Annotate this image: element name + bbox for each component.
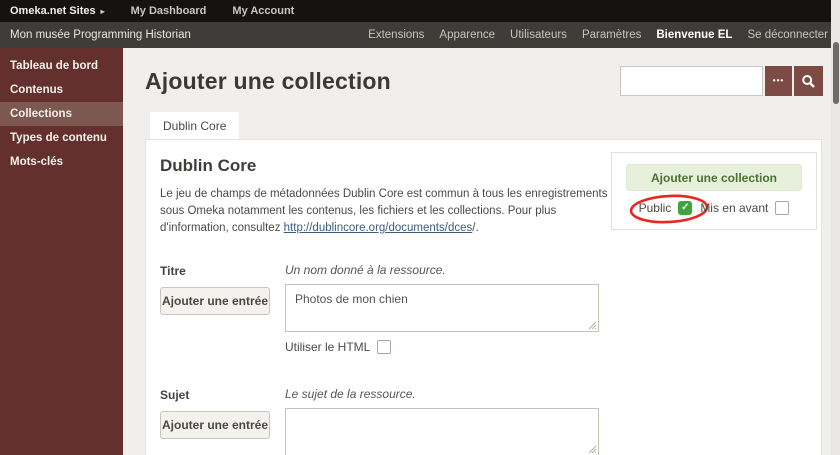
public-checkbox[interactable]: ✓ xyxy=(678,201,693,215)
logout-link[interactable]: Se déconnecter xyxy=(747,29,828,41)
field-sujet-right: Le sujet de la ressource. Utiliser le HT… xyxy=(285,387,807,455)
field-sujet-description: Le sujet de la ressource. xyxy=(285,387,416,402)
search-widget: ••• xyxy=(620,66,823,96)
tab-dublin-core[interactable]: Dublin Core xyxy=(150,112,240,139)
field-titre: Titre Ajouter une entrée Un nom donné à … xyxy=(160,263,807,355)
site-title[interactable]: Mon musée Programming Historian xyxy=(10,29,191,41)
search-icon xyxy=(802,74,815,88)
titre-html-option: Utiliser le HTML xyxy=(285,340,807,355)
visibility-options: Public ✓ Mis en avant xyxy=(626,194,802,224)
sidebar-item-types-de-contenu[interactable]: Types de contenu xyxy=(0,126,123,150)
omeka-sites-label: Omeka.net Sites xyxy=(10,5,96,17)
public-option: Public ✓ xyxy=(629,194,708,224)
featured-checkbox[interactable] xyxy=(775,201,790,215)
sidebar-item-tableau-de-bord[interactable]: Tableau de bord xyxy=(0,54,123,78)
content-area: Tableau de bord Contenus Collections Typ… xyxy=(0,48,840,455)
check-icon: ✓ xyxy=(681,202,690,213)
resize-handle-icon[interactable] xyxy=(588,321,597,330)
nav-utilisateurs[interactable]: Utilisateurs xyxy=(510,29,567,41)
add-collection-submit-button[interactable]: Ajouter une collection xyxy=(626,164,802,191)
featured-label: Mis en avant xyxy=(700,201,769,215)
top-bar: Omeka.net Sites ▸ My Dashboard My Accoun… xyxy=(0,0,840,22)
dublin-core-panel: Dublin Core Le jeu de champs de métadonn… xyxy=(145,139,822,455)
sidebar-item-contenus[interactable]: Contenus xyxy=(0,78,123,102)
featured-option: Mis en avant xyxy=(700,201,790,215)
titre-add-entry-button[interactable]: Ajouter une entrée xyxy=(160,287,270,316)
field-titre-label: Titre xyxy=(160,264,186,279)
sidebar-item-collections[interactable]: Collections xyxy=(0,102,123,126)
description-suffix: /. xyxy=(472,222,479,235)
omeka-admin-screen: Omeka.net Sites ▸ My Dashboard My Accoun… xyxy=(0,0,840,455)
field-titre-description: Un nom donné à la ressource. xyxy=(285,263,446,278)
nav-extensions[interactable]: Extensions xyxy=(368,29,424,41)
scrollbar xyxy=(831,0,840,455)
field-titre-left: Titre Ajouter une entrée xyxy=(160,263,285,354)
sujet-textarea[interactable] xyxy=(285,408,599,455)
titre-html-label: Utiliser le HTML xyxy=(285,340,371,355)
dublincore-link[interactable]: http://dublincore.org/documents/dces xyxy=(284,222,473,234)
caret-right-icon: ▸ xyxy=(100,6,105,16)
field-sujet-left: Sujet Ajouter une entrée xyxy=(160,387,285,455)
admin-bar-right: Extensions Apparence Utilisateurs Paramè… xyxy=(368,29,828,41)
main-area: Ajouter une collection ••• Dublin Core D… xyxy=(123,48,840,455)
search-input[interactable] xyxy=(620,66,763,96)
sidebar-item-mots-cles[interactable]: Mots-clés xyxy=(0,150,123,174)
scrollbar-thumb[interactable] xyxy=(832,42,839,104)
field-sujet-label: Sujet xyxy=(160,388,190,403)
search-button[interactable] xyxy=(794,66,823,96)
my-account-link[interactable]: My Account xyxy=(232,5,294,17)
save-panel: Ajouter une collection Public ✓ Mis en a… xyxy=(611,152,817,230)
field-sujet: Sujet Ajouter une entrée Le sujet de la … xyxy=(160,387,807,455)
tab-row: Dublin Core xyxy=(150,112,840,139)
admin-bar: Mon musée Programming Historian Extensio… xyxy=(0,22,840,48)
sidebar: Tableau de bord Contenus Collections Typ… xyxy=(0,48,123,455)
titre-textarea-wrap: Photos de mon chien xyxy=(285,284,599,333)
sujet-add-entry-button[interactable]: Ajouter une entrée xyxy=(160,411,270,440)
ellipsis-icon: ••• xyxy=(772,75,785,85)
welcome-user[interactable]: Bienvenue EL xyxy=(656,29,732,41)
nav-apparence[interactable]: Apparence xyxy=(439,29,495,41)
titre-html-checkbox[interactable] xyxy=(377,340,392,355)
nav-parametres[interactable]: Paramètres xyxy=(582,29,641,41)
public-label: Public xyxy=(638,201,672,215)
titre-textarea[interactable]: Photos de mon chien xyxy=(285,284,599,333)
resize-handle-icon[interactable] xyxy=(588,445,597,454)
panel-description: Le jeu de champs de métadonnées Dublin C… xyxy=(160,186,625,237)
sujet-textarea-wrap xyxy=(285,408,599,455)
omeka-sites-menu[interactable]: Omeka.net Sites ▸ xyxy=(10,5,105,17)
advanced-search-button[interactable]: ••• xyxy=(765,66,792,96)
my-dashboard-link[interactable]: My Dashboard xyxy=(131,5,207,17)
field-titre-right: Un nom donné à la ressource. Photos de m… xyxy=(285,263,807,355)
